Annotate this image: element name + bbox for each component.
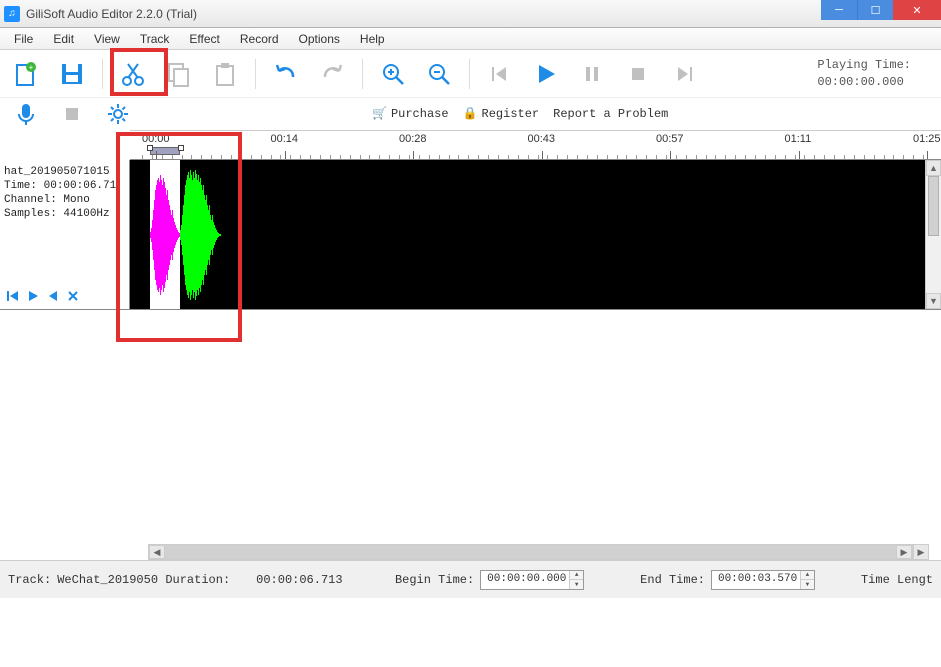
menu-view[interactable]: View xyxy=(84,30,130,48)
menu-options[interactable]: Options xyxy=(289,30,350,48)
status-track-label: Track: xyxy=(8,573,51,587)
app-icon: ♫ xyxy=(4,6,20,22)
zoom-in-button[interactable] xyxy=(377,58,409,90)
workspace: hat_201905071015 Time: 00:00:06.71 Chann… xyxy=(0,160,941,310)
end-spin-down[interactable]: ▼ xyxy=(801,580,814,589)
save-button[interactable] xyxy=(56,58,88,90)
end-time-value[interactable]: 00:00:03.570 xyxy=(712,571,800,589)
time-label: 00:43 xyxy=(528,133,556,145)
separator xyxy=(469,59,470,89)
selection-handle-left[interactable] xyxy=(147,145,153,151)
scroll-thumb[interactable] xyxy=(928,176,939,236)
track-play-button[interactable] xyxy=(24,287,42,305)
selection-handle-right[interactable] xyxy=(178,145,184,151)
track-channel: Channel: Mono xyxy=(4,194,125,206)
playing-time-value: 00:00:00.000 xyxy=(817,74,911,91)
skip-forward-button[interactable] xyxy=(668,58,700,90)
timeline-ruler[interactable]: 00:00 00:14 00:28 00:43 00:57 01:11 01:25 xyxy=(130,130,941,160)
menubar: File Edit View Track Effect Record Optio… xyxy=(0,28,941,50)
playing-time-label: Playing Time: xyxy=(817,57,911,74)
menu-edit[interactable]: Edit xyxy=(43,30,84,48)
stop-button[interactable] xyxy=(622,58,654,90)
settings-button[interactable] xyxy=(102,98,134,130)
redo-button[interactable] xyxy=(316,58,348,90)
new-file-button[interactable]: + xyxy=(10,58,42,90)
end-spin-up[interactable]: ▲ xyxy=(801,571,814,581)
status-duration-label: Duration: xyxy=(165,573,230,587)
status-length-label: Time Lengt xyxy=(861,573,933,587)
horizontal-scrollbar[interactable]: ◀ ▶ xyxy=(148,544,913,560)
svg-text:+: + xyxy=(29,63,34,72)
paste-button[interactable] xyxy=(209,58,241,90)
report-problem-link[interactable]: Report a Problem xyxy=(553,107,668,121)
toolbar-secondary: 🛒Purchase 🔒Register Report a Problem xyxy=(0,98,941,130)
scroll-right-arrow[interactable]: ▶ xyxy=(896,545,912,559)
scroll-left-arrow[interactable]: ◀ xyxy=(149,545,165,559)
begin-spin-down[interactable]: ▼ xyxy=(570,580,583,589)
zoom-out-button[interactable] xyxy=(423,58,455,90)
waveform-left xyxy=(150,160,180,309)
track-samples: Samples: 44100Hz xyxy=(4,208,125,220)
hscroll-thumb[interactable] xyxy=(165,545,896,559)
time-label: 00:28 xyxy=(399,133,427,145)
playing-time-display: Playing Time: 00:00:00.000 xyxy=(817,57,931,91)
titlebar: ♫ GiliSoft Audio Editor 2.2.0 (Trial) ─ … xyxy=(0,0,941,28)
scroll-right-end[interactable]: ▶ xyxy=(913,544,929,560)
waveform-right xyxy=(180,160,225,309)
undo-button[interactable] xyxy=(270,58,302,90)
scroll-up-arrow[interactable]: ▲ xyxy=(926,160,941,176)
track-time: Time: 00:00:06.71 xyxy=(4,180,125,192)
toolbar-main: + Playing Time: 00:00:00.000 xyxy=(0,50,941,98)
scroll-down-arrow[interactable]: ▼ xyxy=(926,293,941,309)
window-title: GiliSoft Audio Editor 2.2.0 (Trial) xyxy=(26,7,197,21)
maximize-button[interactable]: ☐ xyxy=(857,0,893,20)
status-track-value: WeChat_2019050710 xyxy=(57,573,159,587)
waveform-area[interactable]: L xyxy=(130,160,925,309)
window-buttons: ─ ☐ ✕ xyxy=(821,0,941,20)
track-transport xyxy=(4,287,82,305)
time-label: 01:25 xyxy=(913,133,941,145)
record-button[interactable] xyxy=(10,98,42,130)
register-link[interactable]: 🔒Register xyxy=(463,106,540,121)
separator xyxy=(255,59,256,89)
vertical-scrollbar[interactable]: ▲ ▼ xyxy=(925,160,941,309)
track-name: hat_201905071015 xyxy=(4,166,125,178)
selection-range-marker[interactable] xyxy=(150,147,180,155)
track-skip-back-button[interactable] xyxy=(4,287,22,305)
cart-icon: 🛒 xyxy=(372,106,387,121)
menu-help[interactable]: Help xyxy=(350,30,395,48)
begin-spin-up[interactable]: ▲ xyxy=(570,571,583,581)
menu-track[interactable]: Track xyxy=(130,30,180,48)
time-label: 00:00 xyxy=(142,133,170,145)
status-duration-value: 00:00:06.713 xyxy=(256,573,349,587)
play-button[interactable] xyxy=(530,58,562,90)
begin-time-input[interactable]: 00:00:00.000 ▲▼ xyxy=(480,570,584,590)
track-close-button[interactable] xyxy=(64,287,82,305)
time-label: 00:57 xyxy=(656,133,684,145)
end-time-input[interactable]: 00:00:03.570 ▲▼ xyxy=(711,570,815,590)
status-end-label: End Time: xyxy=(640,573,705,587)
empty-workspace: ◀ ▶ ▶ xyxy=(0,310,941,560)
separator xyxy=(102,59,103,89)
statusbar: Track: WeChat_2019050710 Duration: 00:00… xyxy=(0,560,941,598)
close-button[interactable]: ✕ xyxy=(893,0,941,20)
menu-file[interactable]: File xyxy=(4,30,43,48)
purchase-link[interactable]: 🛒Purchase xyxy=(372,106,449,121)
minimize-button[interactable]: ─ xyxy=(821,0,857,20)
cut-button[interactable] xyxy=(117,58,149,90)
status-begin-label: Begin Time: xyxy=(395,573,474,587)
separator xyxy=(362,59,363,89)
menu-record[interactable]: Record xyxy=(230,30,289,48)
track-info-panel: hat_201905071015 Time: 00:00:06.71 Chann… xyxy=(0,160,130,309)
copy-button[interactable] xyxy=(163,58,195,90)
begin-time-value[interactable]: 00:00:00.000 xyxy=(481,571,569,589)
menu-effect[interactable]: Effect xyxy=(179,30,229,48)
stop-record-button[interactable] xyxy=(56,98,88,130)
track-prev-button[interactable] xyxy=(44,287,62,305)
pause-button[interactable] xyxy=(576,58,608,90)
time-label: 00:14 xyxy=(271,133,299,145)
skip-back-button[interactable] xyxy=(484,58,516,90)
time-label: 01:11 xyxy=(785,133,812,145)
lock-icon: 🔒 xyxy=(463,106,478,121)
